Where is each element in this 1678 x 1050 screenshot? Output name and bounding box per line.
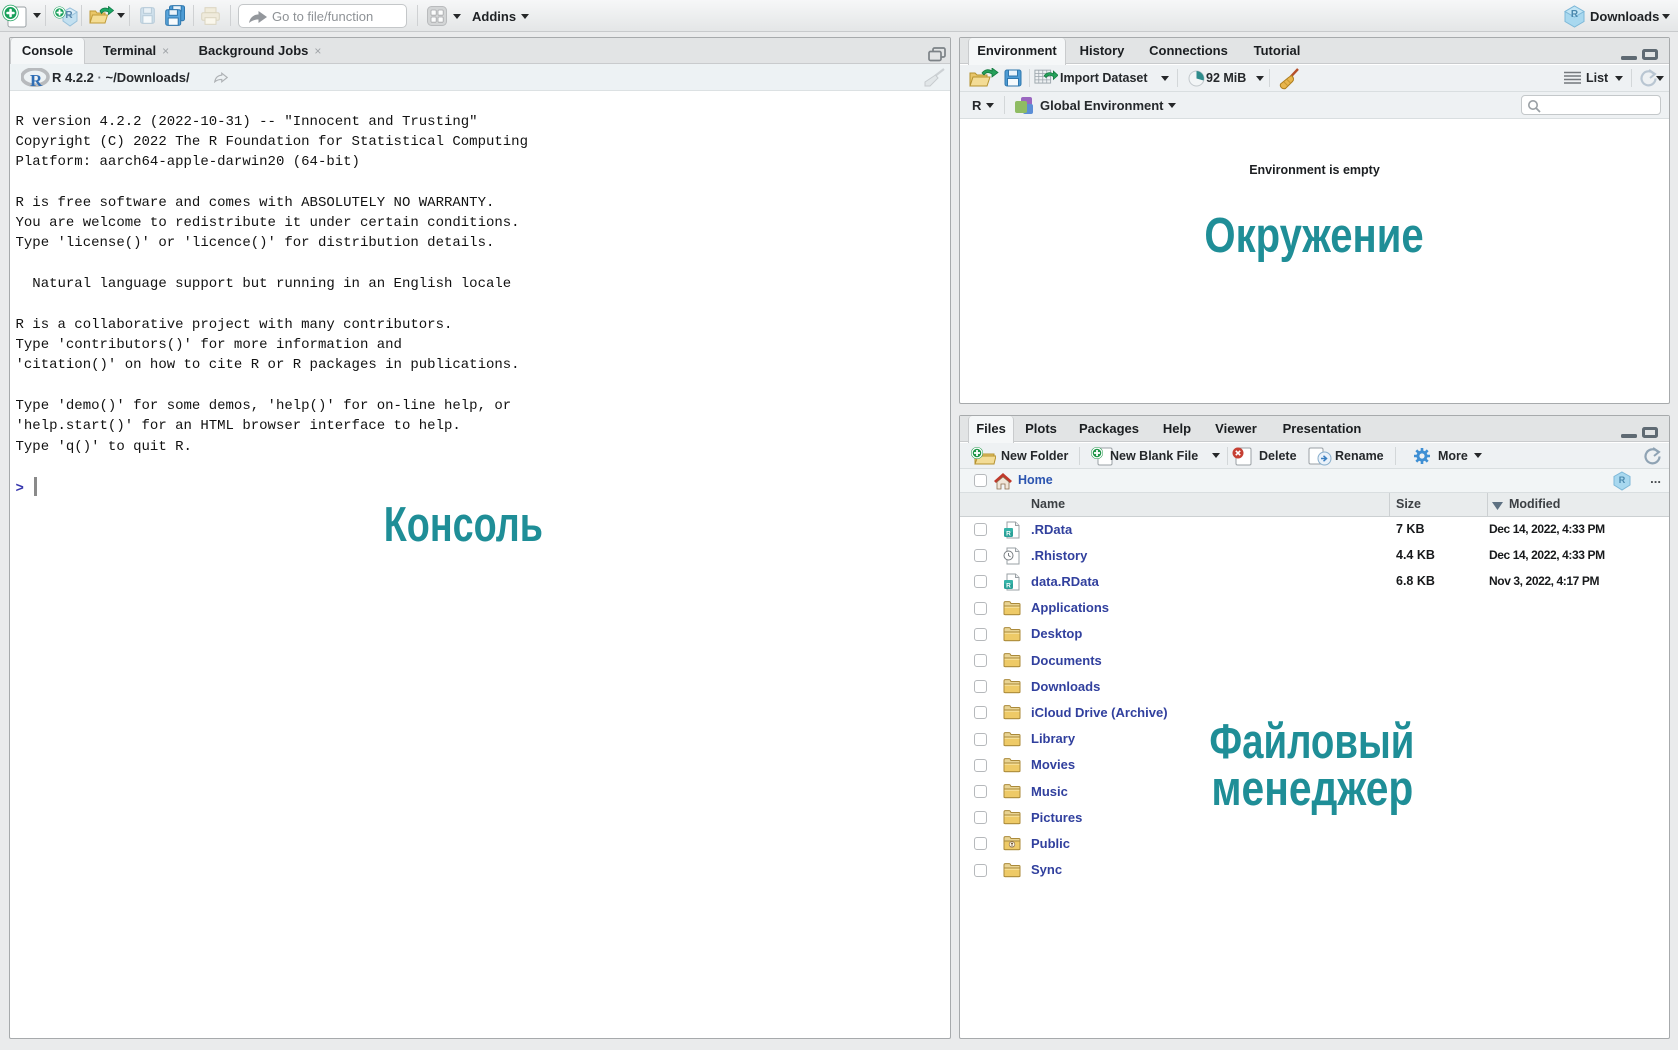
svg-text:R: R: [1006, 530, 1011, 537]
svg-text:R: R: [65, 10, 73, 21]
svg-text:R: R: [1571, 9, 1579, 20]
svg-text:R: R: [1619, 475, 1626, 485]
svg-text:R: R: [30, 71, 43, 88]
svg-text:R: R: [1006, 583, 1011, 590]
